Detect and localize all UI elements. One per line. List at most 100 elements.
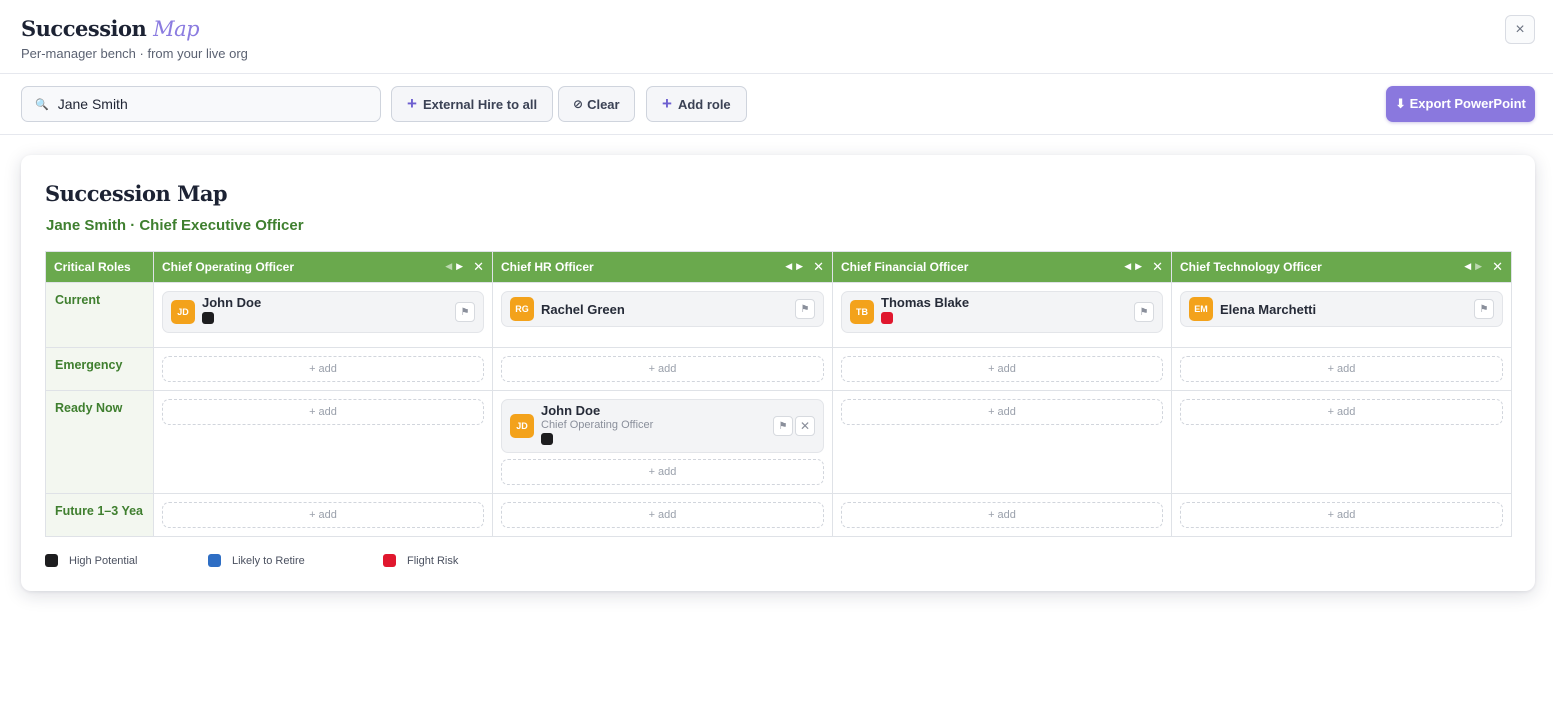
title-accent: Map bbox=[153, 17, 200, 41]
person-card[interactable]: TB Thomas Blake ⚑ bbox=[841, 291, 1163, 333]
cell-emergency: + add bbox=[153, 347, 493, 391]
column-title: Chief Financial Officer bbox=[841, 260, 969, 274]
cell-current: TB Thomas Blake ⚑ bbox=[832, 282, 1172, 348]
cell-current: EM Elena Marchetti ⚑ bbox=[1171, 282, 1512, 348]
high-potential-swatch bbox=[45, 554, 58, 567]
avatar: JD bbox=[171, 300, 195, 324]
page-title: Succession Map bbox=[21, 16, 200, 41]
flight-risk-badge bbox=[881, 312, 893, 324]
cell-current: JD John Doe ⚑ bbox=[153, 282, 493, 348]
cell-ready-now: + add bbox=[153, 390, 493, 494]
cell-emergency: + add bbox=[832, 347, 1172, 391]
high-potential-badge bbox=[202, 312, 214, 324]
remove-column-icon[interactable]: ✕ bbox=[813, 260, 824, 273]
move-right-icon[interactable]: ▶ bbox=[796, 261, 803, 272]
person-card[interactable]: JD John Doe Chief Operating Officer ⚑ ✕ bbox=[501, 399, 824, 453]
flag-icon: ⚑ bbox=[778, 420, 788, 432]
column-header: Chief HR Officer ◀ ▶ ✕ bbox=[492, 251, 833, 283]
legend-label: Flight Risk bbox=[407, 554, 459, 567]
search-box[interactable]: 🔍 bbox=[21, 86, 381, 122]
add-candidate-button[interactable]: + add bbox=[1180, 399, 1503, 425]
export-powerpoint-button[interactable]: ⬇ Export PowerPoint bbox=[1386, 86, 1535, 122]
cell-future: + add bbox=[1171, 493, 1512, 537]
person-name: John Doe bbox=[541, 402, 601, 418]
person-card[interactable]: JD John Doe ⚑ bbox=[162, 291, 484, 333]
close-icon: × bbox=[1515, 20, 1525, 38]
search-input[interactable] bbox=[57, 96, 358, 112]
add-candidate-button[interactable]: + add bbox=[501, 459, 824, 485]
person-card[interactable]: EM Elena Marchetti ⚑ bbox=[1180, 291, 1503, 327]
add-candidate-button[interactable]: + add bbox=[841, 399, 1163, 425]
add-candidate-button[interactable]: + add bbox=[162, 356, 484, 382]
clear-icon: ⊘ bbox=[573, 97, 584, 111]
flag-icon: ⚑ bbox=[800, 303, 810, 315]
flag-button[interactable]: ⚑ bbox=[455, 302, 475, 322]
add-candidate-button[interactable]: + add bbox=[162, 502, 484, 528]
toolbar: 🔍 + External Hire to all ⊘ Clear + Add r… bbox=[0, 74, 1553, 135]
add-candidate-button[interactable]: + add bbox=[1180, 502, 1503, 528]
remove-column-icon[interactable]: ✕ bbox=[1152, 260, 1163, 273]
external-hire-button[interactable]: + External Hire to all bbox=[391, 86, 554, 122]
avatar: RG bbox=[510, 297, 534, 321]
column-header: Chief Technology Officer ◀ ▶ ✕ bbox=[1171, 251, 1512, 283]
flag-button[interactable]: ⚑ bbox=[1474, 299, 1494, 319]
legend-item: High Potential bbox=[45, 554, 208, 567]
add-candidate-button[interactable]: + add bbox=[162, 399, 484, 425]
flag-button[interactable]: ⚑ bbox=[773, 416, 793, 436]
cell-future: + add bbox=[153, 493, 493, 537]
legend: High Potential Likely to Retire Flight R… bbox=[45, 554, 458, 567]
add-candidate-button[interactable]: + add bbox=[841, 356, 1163, 382]
close-icon: ✕ bbox=[799, 419, 811, 433]
avatar: EM bbox=[1189, 297, 1213, 321]
avatar: JD bbox=[510, 414, 534, 438]
move-right-icon[interactable]: ▶ bbox=[1135, 261, 1142, 272]
move-left-icon[interactable]: ◀ bbox=[445, 261, 452, 272]
flag-icon: ⚑ bbox=[1139, 306, 1149, 318]
cell-future: + add bbox=[832, 493, 1172, 537]
card-title: Succession Map bbox=[45, 181, 228, 206]
cell-future: + add bbox=[492, 493, 833, 537]
add-candidate-button[interactable]: + add bbox=[1180, 356, 1503, 382]
add-candidate-button[interactable]: + add bbox=[501, 502, 824, 528]
succession-map-card: Succession Map Jane Smith · Chief Execut… bbox=[21, 155, 1535, 591]
legend-item: Flight Risk bbox=[383, 554, 458, 567]
add-candidate-button[interactable]: + add bbox=[501, 356, 824, 382]
title-main: Succession bbox=[21, 16, 147, 41]
move-left-icon[interactable]: ◀ bbox=[785, 261, 792, 272]
remove-column-icon[interactable]: ✕ bbox=[1492, 260, 1503, 273]
remove-candidate-button[interactable]: ✕ bbox=[795, 416, 815, 436]
column-title: Chief Technology Officer bbox=[1180, 260, 1322, 274]
modal-header: Succession Map Per-manager bench · from … bbox=[0, 0, 1553, 74]
add-role-button[interactable]: + Add role bbox=[646, 86, 747, 122]
move-left-icon[interactable]: ◀ bbox=[1124, 261, 1131, 272]
clear-button[interactable]: ⊘ Clear bbox=[558, 86, 635, 122]
move-left-icon[interactable]: ◀ bbox=[1464, 261, 1471, 272]
cell-current: RG Rachel Green ⚑ bbox=[492, 282, 833, 348]
close-button[interactable]: × bbox=[1505, 15, 1535, 44]
person-name: John Doe bbox=[202, 295, 262, 310]
cell-emergency: + add bbox=[1171, 347, 1512, 391]
add-candidate-button[interactable]: + add bbox=[841, 502, 1163, 528]
column-header: Chief Operating Officer ◀ ▶ ✕ bbox=[153, 251, 493, 283]
column-title: Chief HR Officer bbox=[501, 260, 594, 274]
succession-grid: Critical Roles Chief Operating Officer ◀… bbox=[45, 251, 1512, 537]
move-right-icon[interactable]: ▶ bbox=[1475, 261, 1482, 272]
remove-column-icon[interactable]: ✕ bbox=[473, 260, 484, 273]
person-name: Elena Marchetti bbox=[1220, 301, 1317, 317]
likely-to-retire-swatch bbox=[208, 554, 221, 567]
person-card[interactable]: RG Rachel Green ⚑ bbox=[501, 291, 824, 327]
move-right-icon[interactable]: ▶ bbox=[456, 261, 463, 272]
flag-button[interactable]: ⚑ bbox=[795, 299, 815, 319]
flag-button[interactable]: ⚑ bbox=[1134, 302, 1154, 322]
legend-item: Likely to Retire bbox=[208, 554, 383, 567]
clear-label: Clear bbox=[587, 96, 620, 112]
plus-icon: + bbox=[662, 94, 672, 113]
flag-icon: ⚑ bbox=[460, 306, 470, 318]
flag-icon: ⚑ bbox=[1479, 303, 1489, 315]
row-label-emergency: Emergency bbox=[45, 347, 154, 391]
cell-ready-now: + add bbox=[1171, 390, 1512, 494]
row-label-current: Current bbox=[45, 282, 154, 348]
export-label: ⬇ Export PowerPoint bbox=[1395, 96, 1526, 111]
external-hire-label: External Hire to all bbox=[422, 96, 538, 112]
person-name: Thomas Blake bbox=[881, 295, 970, 310]
